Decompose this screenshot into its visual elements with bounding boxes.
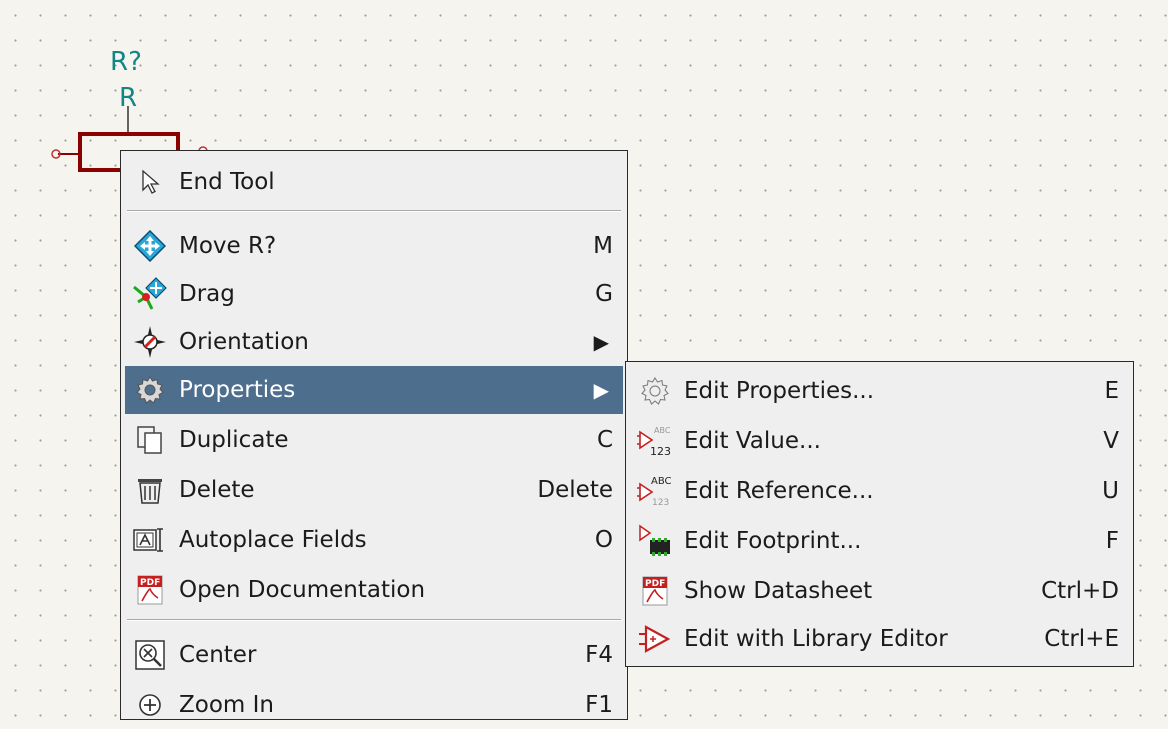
- footprint-icon: [634, 521, 676, 561]
- menu-separator: [127, 619, 621, 621]
- menu-item-zoom-in[interactable]: Zoom In F1: [125, 681, 623, 729]
- submenu-item-edit-value[interactable]: ABC 123 Edit Value... V: [630, 417, 1129, 465]
- submenu-item-label: Edit with Library Editor: [684, 626, 948, 652]
- drag-icon: [129, 274, 171, 314]
- menu-item-duplicate[interactable]: Duplicate C: [125, 416, 623, 464]
- pdf-document-icon: PDF: [129, 570, 171, 610]
- menu-item-label: Open Documentation: [179, 577, 426, 603]
- pdf-icon-text: PDF: [645, 579, 665, 589]
- menu-item-label: Drag: [179, 281, 235, 307]
- shortcut-label: C: [596, 427, 613, 453]
- submenu-item-label: Show Datasheet: [684, 578, 873, 604]
- menu-item-label: Orientation: [179, 329, 309, 355]
- menu-item-center[interactable]: Center F4: [125, 631, 623, 679]
- compass-rose-icon: [129, 322, 171, 362]
- library-editor-icon: [634, 619, 676, 659]
- autoplace-fields-icon: [129, 520, 171, 560]
- submenu-item-label: Edit Reference...: [684, 478, 874, 504]
- reference-field[interactable]: R?: [110, 47, 142, 77]
- submenu-item-label: Edit Value...: [684, 428, 821, 454]
- menu-item-open-documentation[interactable]: PDF Open Documentation: [125, 566, 623, 614]
- edit-value-icon: ABC 123: [634, 421, 676, 461]
- menu-item-label: End Tool: [179, 169, 275, 195]
- menu-item-orientation[interactable]: Orientation ▶: [125, 318, 623, 366]
- submenu-item-label: Edit Properties...: [684, 378, 875, 404]
- zoom-center-icon: [129, 635, 171, 675]
- shortcut-label: Delete: [537, 477, 613, 503]
- shortcut-label: Ctrl+E: [1044, 626, 1119, 652]
- submenu-arrow-icon: ▶: [593, 330, 609, 354]
- menu-item-label: Autoplace Fields: [179, 527, 367, 553]
- abc-icon-text: ABC: [651, 476, 672, 487]
- edit-reference-icon: ABC 123: [634, 471, 676, 511]
- submenu-item-label: Edit Footprint...: [684, 528, 862, 554]
- submenu-item-show-datasheet[interactable]: PDF Show Datasheet Ctrl+D: [630, 567, 1129, 615]
- menu-item-properties[interactable]: Properties ▶: [125, 366, 623, 414]
- menu-item-delete[interactable]: Delete Delete: [125, 466, 623, 514]
- menu-item-label: Delete: [179, 477, 255, 503]
- shortcut-label: E: [1104, 378, 1119, 404]
- menu-item-drag[interactable]: Drag G: [125, 270, 623, 318]
- shortcut-label: U: [1102, 478, 1119, 504]
- num-icon-text: 123: [652, 498, 669, 508]
- menu-item-move[interactable]: Move R? M: [125, 222, 623, 270]
- menu-item-end-tool[interactable]: End Tool: [125, 158, 623, 206]
- gear-icon: [129, 370, 171, 410]
- properties-submenu: Edit Properties... E ABC 123 Edit Value.…: [625, 361, 1134, 667]
- menu-item-label: Duplicate: [179, 427, 289, 453]
- move-arrows-icon: [129, 226, 171, 266]
- trash-bin-icon: [129, 470, 171, 510]
- num-icon-text: 123: [650, 445, 671, 458]
- submenu-arrow-icon: ▶: [593, 378, 609, 402]
- shortcut-label: F: [1105, 528, 1119, 554]
- abc-icon-text: ABC: [654, 426, 671, 435]
- shortcut-label: G: [595, 281, 613, 307]
- shortcut-label: M: [593, 233, 613, 259]
- context-menu: End Tool Move R? M Drag G Orientation ▶ …: [120, 150, 628, 720]
- shortcut-label: F1: [585, 692, 613, 718]
- gear-icon: [634, 371, 676, 411]
- submenu-item-edit-with-library-editor[interactable]: Edit with Library Editor Ctrl+E: [630, 615, 1129, 663]
- submenu-item-edit-footprint[interactable]: Edit Footprint... F: [630, 517, 1129, 565]
- menu-item-autoplace-fields[interactable]: Autoplace Fields O: [125, 516, 623, 564]
- pdf-document-icon: PDF: [634, 571, 676, 611]
- menu-item-label: Center: [179, 642, 257, 668]
- cursor-arrow-icon: [129, 162, 171, 202]
- shortcut-label: V: [1103, 428, 1119, 454]
- submenu-item-edit-properties[interactable]: Edit Properties... E: [630, 367, 1129, 415]
- shortcut-label: F4: [585, 642, 613, 668]
- duplicate-icon: [129, 420, 171, 460]
- submenu-item-edit-reference[interactable]: ABC 123 Edit Reference... U: [630, 467, 1129, 515]
- menu-separator: [127, 210, 621, 212]
- pdf-icon-text: PDF: [140, 578, 160, 588]
- shortcut-label: Ctrl+D: [1041, 578, 1119, 604]
- menu-item-label: Zoom In: [179, 692, 274, 718]
- shortcut-label: O: [594, 527, 613, 553]
- menu-item-label: Properties: [179, 377, 296, 403]
- menu-item-label: Move R?: [179, 233, 277, 259]
- zoom-in-icon: [129, 685, 171, 725]
